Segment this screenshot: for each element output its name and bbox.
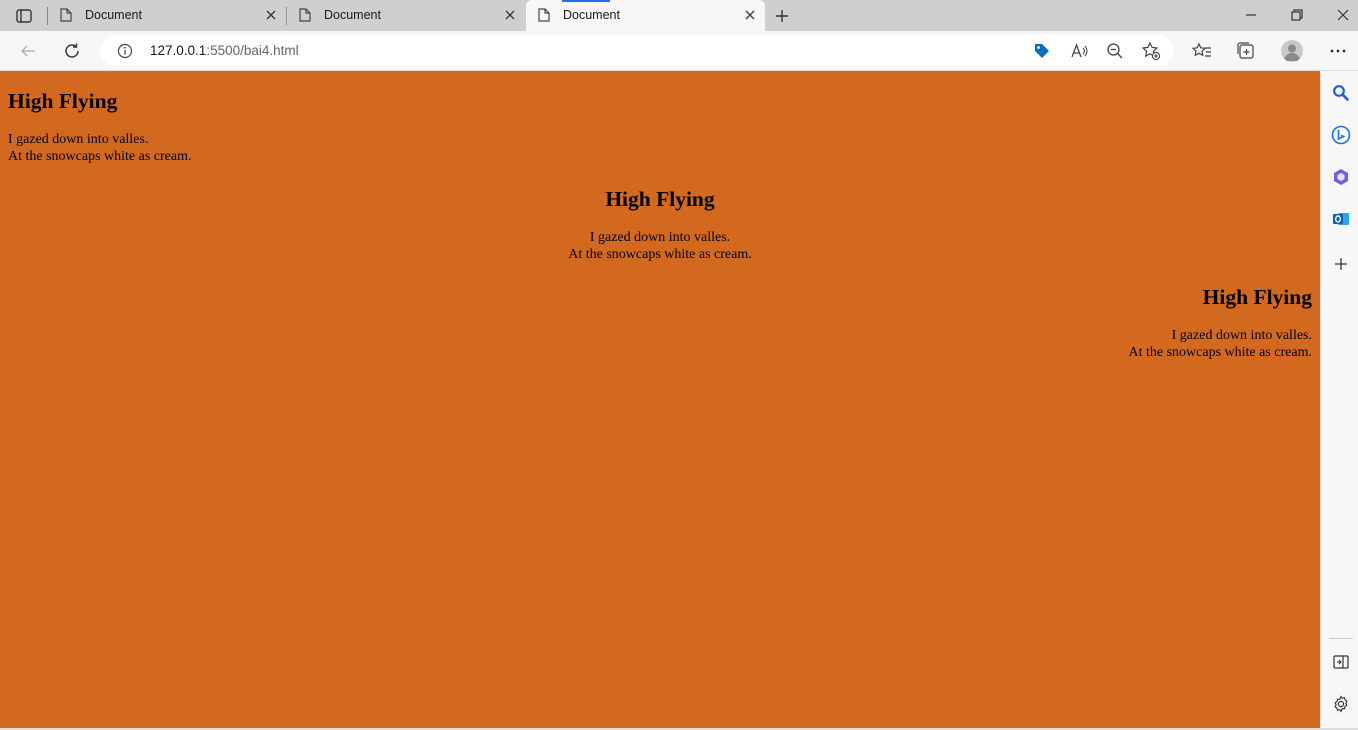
favorites-icon[interactable] — [1192, 41, 1212, 61]
poem-heading: High Flying — [605, 187, 715, 211]
poem-line-1: I gazed down into valles. — [589, 230, 731, 245]
tab-actions-icon[interactable] — [8, 5, 40, 27]
tab-strip: Document Document Document — [0, 0, 1358, 31]
poem-block-right: High Flying I gazed down into valles. At… — [8, 284, 1313, 361]
new-tab-button[interactable] — [771, 5, 793, 27]
more-icon[interactable] — [1328, 41, 1348, 61]
search-icon[interactable] — [1331, 83, 1351, 103]
close-icon[interactable] — [264, 8, 278, 22]
gear-icon[interactable] — [1331, 694, 1351, 714]
browser-toolbar: 127.0.0.1:5500/bai4.html — [0, 31, 1358, 71]
poem-line-1: I gazed down into valles. — [8, 132, 149, 147]
poem-line-2: At the snowcaps white as cream. — [1128, 345, 1313, 360]
poem-heading: High Flying — [1202, 285, 1312, 309]
tag-icon[interactable] — [1032, 41, 1052, 61]
info-icon[interactable] — [117, 43, 133, 64]
poem-line-2: At the snowcaps white as cream. — [568, 247, 752, 262]
document-icon — [299, 8, 311, 25]
back-arrow-icon[interactable] — [18, 41, 38, 61]
collections-icon[interactable] — [1236, 41, 1256, 61]
office-icon[interactable] — [1331, 167, 1351, 187]
poem-line-2: At the snowcaps white as cream. — [8, 149, 192, 164]
star-add-icon[interactable] — [1141, 41, 1161, 61]
outlook-icon[interactable] — [1331, 209, 1351, 229]
zoom-out-icon[interactable] — [1105, 41, 1125, 61]
bing-icon[interactable] — [1331, 125, 1351, 145]
close-window-icon[interactable] — [1336, 8, 1350, 22]
address-bar[interactable]: 127.0.0.1:5500/bai4.html — [100, 35, 1174, 66]
tab-document-active[interactable]: Document — [526, 0, 765, 31]
page-viewport: High Flying I gazed down into valles. At… — [0, 71, 1320, 728]
poem-block-left: High Flying I gazed down into valles. At… — [8, 88, 1312, 165]
tab-title: Document — [324, 8, 381, 22]
document-icon — [60, 8, 72, 25]
tab-document-2[interactable]: Document — [287, 0, 525, 31]
avatar[interactable] — [1281, 40, 1303, 62]
active-tab-indicator — [562, 0, 610, 2]
sidebar-divider — [1329, 638, 1353, 639]
read-aloud-icon[interactable] — [1069, 41, 1089, 61]
poem-line-1: I gazed down into valles. — [1171, 328, 1312, 343]
poem-block-center: High Flying I gazed down into valles. At… — [8, 186, 1312, 263]
document-icon — [538, 8, 550, 25]
minimize-icon[interactable] — [1244, 8, 1258, 22]
poem-heading: High Flying — [8, 89, 118, 113]
url-host: 127.0.0.1 — [150, 43, 207, 58]
hide-sidebar-icon[interactable] — [1331, 652, 1351, 672]
refresh-icon[interactable] — [62, 41, 82, 61]
close-icon[interactable] — [743, 8, 757, 22]
url-text[interactable]: 127.0.0.1:5500/bai4.html — [150, 43, 299, 58]
close-icon[interactable] — [503, 8, 517, 22]
plus-icon — [776, 10, 788, 22]
restore-icon[interactable] — [1290, 8, 1304, 22]
edge-sidebar — [1320, 71, 1358, 728]
tab-title: Document — [563, 8, 620, 22]
tab-document-1[interactable]: Document — [48, 0, 286, 31]
url-path: :5500/bai4.html — [206, 43, 299, 58]
plus-icon[interactable] — [1331, 254, 1351, 274]
tab-title: Document — [85, 8, 142, 22]
